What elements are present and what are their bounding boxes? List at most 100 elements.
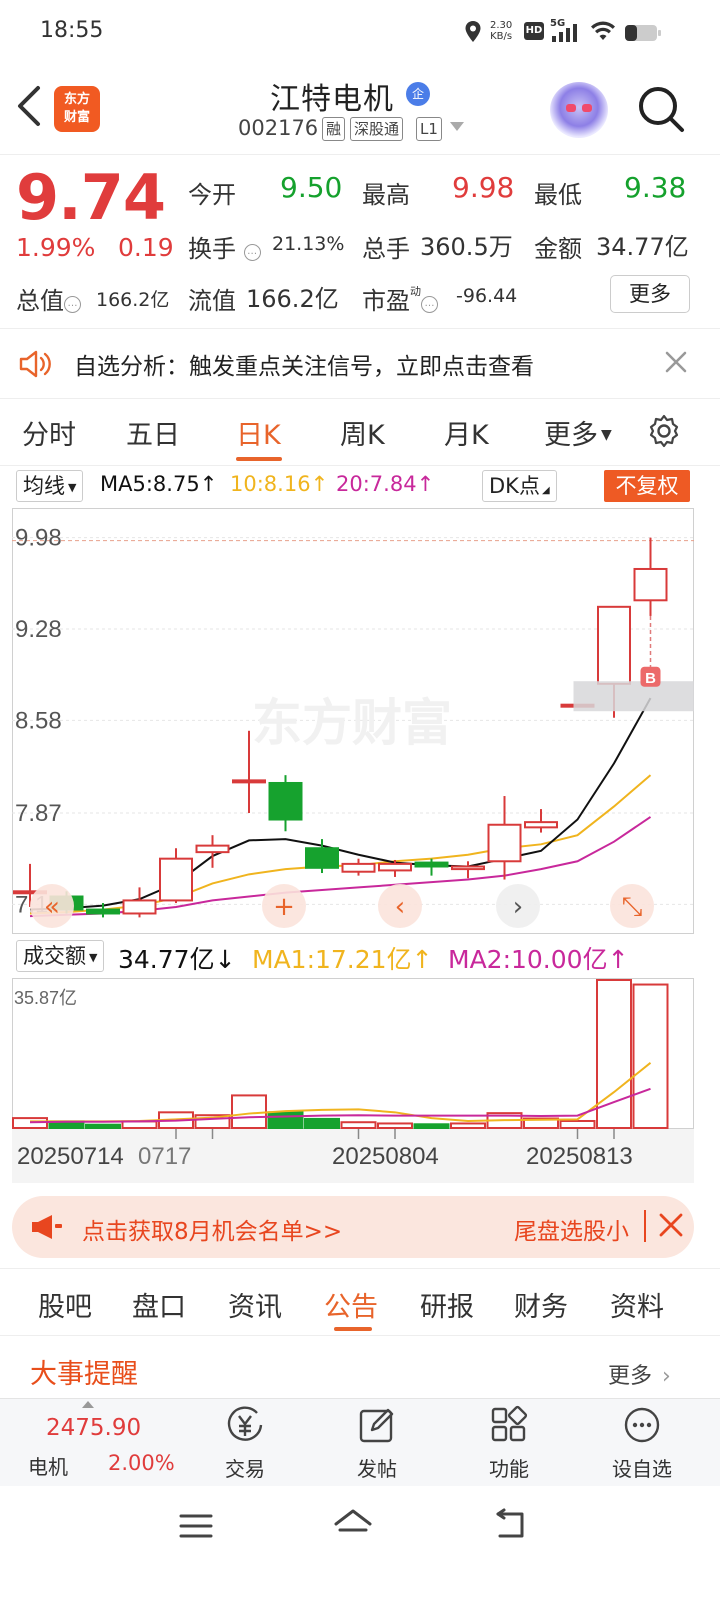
sector-index-widget[interactable]: 2475.90 电机 2.00% [18, 1399, 178, 1485]
tab-research[interactable]: 研报 [420, 1285, 474, 1324]
market-cap-value: 166.2亿 [96, 289, 170, 311]
tab-forum[interactable]: 股吧 [38, 1285, 92, 1324]
volume-frame [12, 978, 694, 1129]
cellular-signal-icon: 5G [550, 18, 582, 48]
candle-body [341, 862, 376, 873]
home-button[interactable] [332, 1508, 374, 1546]
promo-banner[interactable]: 点击获取8月机会名单>> 尾盘选股小 [12, 1196, 694, 1258]
indicator-row: 均线 ▼ MA5:8.75↑ 10:8.16↑ 20:7.84↑ DK点 ◢ 不复权 [0, 466, 720, 506]
home-icon [334, 1509, 372, 1532]
tab-order-book[interactable]: 盘口 [132, 1285, 186, 1324]
avatar-eye-right [582, 104, 592, 112]
watchlist-alert-bar[interactable]: 自选分析：触发重点关注信号，立即点击查看 [0, 328, 720, 398]
content-tabs: 股吧 盘口 资讯 公告 研报 财务 资料 [0, 1268, 720, 1336]
sector-index-value: 2475.90 [46, 1415, 142, 1441]
promo-secondary-text[interactable]: 尾盘选股小 [514, 1212, 629, 1246]
volume-ma1-text: MA1:17.21亿 [252, 945, 412, 974]
events-more-link[interactable]: 更多 › [608, 1358, 671, 1390]
status-bar: 18:55 2.30 KB/s HD 5G [0, 0, 720, 64]
post-button[interactable]: 发帖 [342, 1405, 412, 1483]
candle-body [305, 847, 339, 869]
market-cap-label[interactable]: 总值… [16, 281, 81, 316]
quote-more-button[interactable]: 更多 [610, 275, 690, 313]
promo-close-button[interactable] [658, 1206, 684, 1254]
grid-icon [491, 1405, 528, 1442]
pe-label[interactable]: 市盈动… [362, 281, 438, 316]
quote-summary: 9.74 1.99% 0.19 今开 9.50 最高 9.98 最低 9.38 … [0, 154, 720, 328]
trade-button[interactable]: 交易 [210, 1405, 280, 1483]
nav-control-icon: « [44, 892, 60, 922]
tab-intraday[interactable]: 分时 [22, 413, 76, 452]
y-tick-label: 8.58 [15, 707, 62, 734]
chart-settings-button[interactable] [646, 413, 682, 453]
turnover-label[interactable]: 换手 … [188, 229, 261, 264]
candle-body [633, 567, 668, 602]
volume-bar [231, 1094, 267, 1129]
candlestick-chart[interactable]: 东方财富 9.989.288.587.877.17 B «+‹›⤡ [12, 508, 694, 934]
candle-body [524, 821, 558, 829]
net-speed-value: 2.30 [490, 20, 513, 31]
pe-label-text: 市盈 [362, 287, 410, 315]
system-navigation-bar [0, 1486, 720, 1600]
tab-announcements[interactable]: 公告 [324, 1285, 378, 1324]
tab-more[interactable]: 更多 ▼ [544, 413, 612, 452]
pe-value: -96.44 [456, 285, 518, 307]
tab-news[interactable]: 资讯 [228, 1285, 282, 1324]
dk-point-button[interactable]: DK点 ◢ [482, 470, 557, 502]
net-speed-unit: KB/s [490, 31, 513, 42]
nav-control-icon: ⤡ [622, 892, 643, 922]
volume-max-label: 35.87亿 [14, 988, 77, 1008]
chart-period-tabs: 分时 五日 日K 周K 月K 更多 ▼ [0, 398, 720, 466]
tab-daily-k[interactable]: 日K [236, 413, 281, 452]
search-button[interactable] [636, 84, 686, 134]
hd-icon: HD [524, 22, 544, 40]
ma5-value: MA5:8.75↑ [100, 472, 218, 496]
level1-tag[interactable]: L1 [416, 117, 442, 141]
volume-amount: 34.77亿↓ [118, 945, 236, 974]
add-watchlist-label: 设自选 [612, 1457, 672, 1481]
volume-bar [413, 1123, 450, 1129]
adjustment-button[interactable]: 不复权 [604, 470, 690, 502]
volume-chart[interactable]: 35.87亿 20250714 0717 20250804 20250813 [12, 978, 694, 1186]
level-dropdown-icon[interactable] [450, 122, 464, 131]
nav-control-icon: › [513, 892, 523, 922]
y-tick-label: 9.98 [15, 525, 62, 552]
status-time: 18:55 [40, 18, 104, 43]
x-date-label: 20250813 [526, 1143, 633, 1170]
eastmoney-logo[interactable]: 东方 财富 [54, 86, 100, 132]
margin-tag: 融 [322, 117, 346, 141]
promo-divider [644, 1210, 646, 1242]
volume-bar [340, 1121, 377, 1130]
info-icon: … [243, 244, 261, 261]
back-button[interactable] [14, 84, 50, 132]
volume-indicator-row: 成交额 ▼ 34.77亿↓ MA1:17.21亿↑ MA2:10.00亿↑ [0, 940, 720, 976]
amount-label: 金额 [534, 235, 582, 263]
x-date-label: 20250804 [332, 1143, 439, 1170]
functions-button[interactable]: 功能 [474, 1405, 544, 1483]
change-percent: 1.99% [16, 233, 96, 262]
tab-five-day[interactable]: 五日 [126, 413, 180, 452]
buy-marker-label: B [645, 670, 656, 687]
logo-line-2: 财富 [63, 110, 90, 125]
last-price: 9.74 [16, 161, 166, 234]
active-tab-indicator [334, 1327, 372, 1331]
tab-monthly-k[interactable]: 月K [444, 413, 489, 452]
ma5-text: MA5:8.75 [100, 472, 200, 496]
yen-icon [227, 1406, 263, 1441]
float-cap-label: 流值 [188, 287, 236, 315]
tab-profile[interactable]: 资料 [610, 1285, 664, 1324]
alert-text[interactable]: 自选分析：触发重点关注信号，立即点击查看 [74, 347, 534, 381]
bottom-toolbar: 2475.90 电机 2.00% 交易 发帖 功能 设自选 [0, 1398, 720, 1486]
volume-selector[interactable]: 成交额 ▼ [16, 940, 105, 972]
menu-button[interactable] [178, 1512, 214, 1544]
tab-weekly-k[interactable]: 周K [340, 413, 385, 452]
info-icon: … [64, 296, 81, 313]
high-label: 最高 [362, 181, 410, 209]
alert-close-button[interactable] [664, 345, 688, 388]
add-watchlist-button[interactable]: 设自选 [600, 1405, 684, 1483]
promo-text[interactable]: 点击获取8月机会名单>> [82, 1212, 342, 1246]
ma-selector[interactable]: 均线 ▼ [16, 470, 84, 502]
assistant-avatar[interactable] [550, 82, 608, 138]
back-nav-button[interactable] [492, 1508, 528, 1546]
tab-financials[interactable]: 财务 [514, 1285, 568, 1324]
